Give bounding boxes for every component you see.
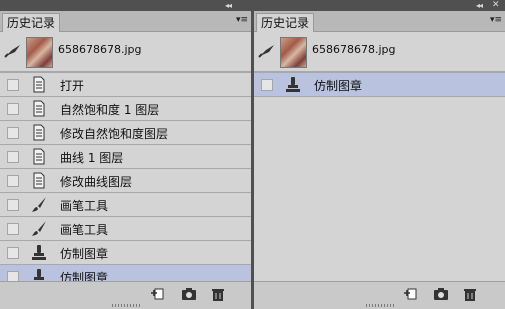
- history-panel-left: ◂◂ 历史记录 ▾≡ 658678678.jpg 打开自然饱和度 1 图层 修改自…: [0, 0, 251, 309]
- snapshot-file-name: 658678678.jpg: [312, 43, 396, 56]
- collapse-panel-button[interactable]: ◂◂: [225, 0, 232, 11]
- history-state-label: 自然饱和度 1 图层: [60, 103, 160, 117]
- history-state-label: 画笔工具: [60, 223, 109, 237]
- tab-history[interactable]: 历史记录: [2, 13, 60, 32]
- history-state-label: 仿制图章: [314, 79, 363, 93]
- brush-icon: [31, 220, 47, 237]
- history-source-checkbox[interactable]: [7, 151, 19, 163]
- snapshot-row[interactable]: 658678678.jpg: [254, 32, 505, 73]
- panel-title-strip: ◂◂ ✕: [254, 0, 505, 11]
- snapshot-thumbnail: [26, 37, 53, 68]
- history-source-checkbox[interactable]: [7, 175, 19, 187]
- history-source-checkbox[interactable]: [7, 223, 19, 235]
- history-list: 打开 自然饱和度 1 图层 修改自然饱和度图层 曲线 1 图层 修改曲线图层 画笔工具 画笔…: [0, 73, 251, 289]
- history-state-row[interactable]: 自然饱和度 1 图层: [0, 97, 251, 121]
- document-icon: [31, 124, 47, 141]
- history-state-row[interactable]: 修改曲线图层: [0, 169, 251, 193]
- snapshot-row[interactable]: 658678678.jpg: [0, 32, 251, 73]
- history-source-checkbox[interactable]: [261, 79, 273, 91]
- history-source-checkbox[interactable]: [7, 79, 19, 91]
- panel-footer: [254, 281, 505, 309]
- document-icon: [31, 172, 47, 189]
- snapshot-thumbnail: [280, 37, 307, 68]
- history-state-row[interactable]: 修改自然饱和度图层: [0, 121, 251, 145]
- document-icon: [31, 76, 47, 93]
- collapse-panel-button[interactable]: ◂◂: [476, 0, 483, 11]
- panel-menu-button[interactable]: ▾≡: [490, 15, 502, 25]
- history-state-label: 曲线 1 图层: [60, 151, 124, 165]
- history-state-label: 修改曲线图层: [60, 175, 133, 189]
- history-source-checkbox[interactable]: [7, 199, 19, 211]
- camera-icon[interactable]: [433, 287, 449, 301]
- history-state-row[interactable]: 仿制图章: [254, 73, 505, 97]
- history-state-label: 仿制图章: [60, 247, 109, 261]
- history-state-row[interactable]: 仿制图章: [0, 241, 251, 265]
- history-source-checkbox[interactable]: [7, 247, 19, 259]
- history-panel-right: ◂◂ ✕ 历史记录 ▾≡ 658678678.jpg 仿制图章: [254, 0, 505, 309]
- history-state-label: 画笔工具: [60, 199, 109, 213]
- close-panel-button[interactable]: ✕: [492, 0, 500, 11]
- panel-tab-bar: 历史记录 ▾≡: [254, 11, 505, 32]
- panel-tab-bar: 历史记录 ▾≡: [0, 11, 251, 32]
- trash-icon[interactable]: [462, 287, 478, 301]
- new-document-from-state-icon[interactable]: [150, 287, 166, 301]
- history-state-row[interactable]: 打开: [0, 73, 251, 97]
- history-source-checkbox[interactable]: [7, 127, 19, 139]
- history-state-row[interactable]: 曲线 1 图层: [0, 145, 251, 169]
- resize-grip[interactable]: [365, 304, 394, 307]
- camera-icon[interactable]: [181, 287, 197, 301]
- new-document-from-state-icon[interactable]: [403, 287, 419, 301]
- document-icon: [31, 148, 47, 165]
- history-state-label: 修改自然饱和度图层: [60, 127, 169, 141]
- brush-icon: [31, 196, 47, 213]
- tab-history[interactable]: 历史记录: [256, 13, 314, 32]
- stamp-icon: [31, 244, 47, 261]
- history-source-checkbox[interactable]: [7, 103, 19, 115]
- panel-menu-button[interactable]: ▾≡: [236, 15, 248, 25]
- panel-footer: [0, 281, 251, 309]
- trash-icon[interactable]: [210, 287, 226, 301]
- history-list: 仿制图章: [254, 73, 505, 97]
- document-icon: [31, 100, 47, 117]
- history-state-row[interactable]: 画笔工具: [0, 193, 251, 217]
- snapshot-file-name: 658678678.jpg: [58, 43, 142, 56]
- resize-grip[interactable]: [111, 304, 140, 307]
- history-brush-source-icon[interactable]: [4, 44, 22, 58]
- history-brush-source-icon[interactable]: [258, 44, 276, 58]
- stamp-icon: [285, 76, 301, 93]
- history-state-label: 打开: [60, 79, 85, 93]
- history-state-row[interactable]: 画笔工具: [0, 217, 251, 241]
- panel-title-strip: ◂◂: [0, 0, 251, 11]
